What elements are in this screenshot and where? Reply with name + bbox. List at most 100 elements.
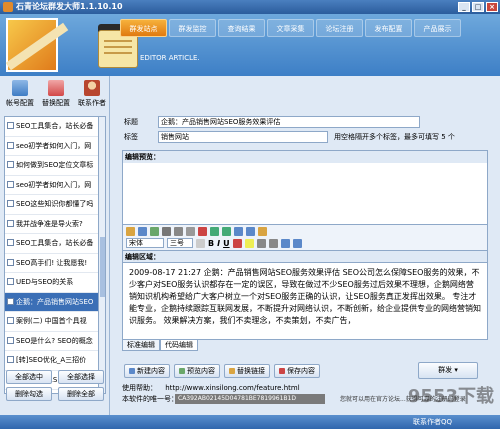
list-item-selected[interactable]: 企鹅：产品销售网站SEO (5, 292, 101, 312)
help-link[interactable]: http://www.xinsilong.com/feature.html (165, 384, 299, 392)
post-list-scrollbar[interactable] (98, 116, 106, 394)
help-label: 使用帮助： (122, 384, 157, 392)
title-input[interactable]: 企鹅：产品销售网站SEO服务效果评估 (158, 116, 420, 128)
item-checkbox[interactable] (7, 200, 14, 207)
bold-icon[interactable]: B (208, 239, 214, 248)
cut-icon[interactable] (162, 226, 171, 236)
tags-input[interactable]: 销售网站 (158, 131, 328, 143)
new-content-button[interactable]: 新建内容 (124, 364, 170, 378)
copy-icon[interactable] (174, 226, 183, 236)
account-config-label: 帐号配置 (6, 99, 34, 107)
tab-standard-edit[interactable]: 标准编辑 (122, 340, 160, 351)
list-item-label: SEO工具集合，站长必备 (16, 239, 94, 247)
status-text[interactable]: 联系作者QQ (413, 415, 452, 429)
select-all-button[interactable]: 全部选中 (6, 370, 52, 384)
item-checkbox[interactable] (7, 336, 14, 344)
save-icon[interactable] (150, 226, 159, 236)
left-button-row: 删除勾选 删除全部 (6, 387, 104, 401)
list-item-label: UED与SEO的关系 (16, 278, 74, 286)
list-item[interactable]: seo初学者如何入门，网 (5, 176, 101, 195)
paste-icon[interactable] (186, 226, 195, 236)
minimize-button[interactable]: _ (458, 2, 470, 12)
list-item-label: 我并战争准是导火索? (16, 219, 83, 228)
list-item[interactable]: SEO是什么? SEO的概念 (5, 332, 101, 351)
tab-article-collect[interactable]: 文章采集 (267, 19, 314, 37)
list-item-label: SEO这些知识你都懂了吗 (16, 200, 94, 208)
contact-author-label: 联系作者 (78, 99, 106, 107)
delete-checked-button[interactable]: 删除勾选 (6, 387, 52, 401)
table-icon[interactable] (234, 226, 243, 236)
list-item[interactable]: SEO高手们! 让我愿我! (5, 254, 101, 273)
save-content-button[interactable]: 保存内容 (274, 364, 320, 378)
list-icon[interactable] (256, 238, 266, 248)
align-icon[interactable] (196, 238, 205, 248)
item-checkbox[interactable] (7, 239, 14, 246)
tab-query-results[interactable]: 查询结果 (218, 19, 265, 37)
content-editor[interactable]: 2009-08-17 21:27 企鹅：产品销售网站SEO服务效果评估 SEO公… (122, 262, 488, 340)
tab-code-edit[interactable]: 代码编辑 (160, 340, 198, 351)
align-left-icon[interactable] (280, 238, 290, 248)
new-content-label: 新建内容 (137, 367, 165, 375)
list-item[interactable]: SEO工具集合，站长必备 (5, 117, 101, 137)
redo-icon[interactable] (222, 226, 231, 236)
maximize-button[interactable]: □ (472, 2, 484, 12)
list-item[interactable]: 我并战争准是导火索? (5, 215, 101, 234)
tab-post-config[interactable]: 发布配置 (365, 19, 412, 37)
link-icon[interactable] (258, 226, 267, 236)
replace-config-button[interactable]: 替换配置 (40, 80, 72, 112)
preview-label: 编辑预览： (123, 151, 487, 163)
item-checkbox[interactable] (7, 317, 14, 324)
highlight-icon[interactable] (244, 238, 254, 248)
undo-icon[interactable] (210, 226, 219, 236)
item-checkbox[interactable] (7, 141, 14, 149)
watermark: 9553下载 (407, 386, 494, 407)
italic-icon[interactable]: I (217, 239, 220, 248)
list-item[interactable]: seo初学者如何入门，网 (5, 137, 101, 156)
toolbar-row (123, 225, 487, 237)
account-config-button[interactable]: 帐号配置 (4, 80, 36, 112)
list-item[interactable]: [转]SEO优化_A三招价 (5, 351, 101, 371)
item-checkbox[interactable] (7, 258, 14, 266)
toolbar-row: 宋体 三号 B I U (123, 237, 487, 249)
choose-all-button[interactable]: 全部选择 (58, 370, 104, 384)
send-button[interactable]: 群发 ▾ (418, 362, 478, 379)
new-doc-icon[interactable] (126, 226, 135, 236)
indent-icon[interactable] (268, 238, 278, 248)
replace-links-button[interactable]: 替换链接 (224, 364, 270, 378)
save-content-icon (279, 368, 285, 374)
contact-author-button[interactable]: 联系作者 (76, 80, 108, 112)
image-icon[interactable] (246, 226, 255, 236)
delete-all-button[interactable]: 删除全部 (58, 387, 104, 401)
align-center-icon[interactable] (292, 238, 302, 248)
item-checkbox[interactable] (7, 161, 14, 168)
tab-product-showcase[interactable]: 产品展示 (414, 19, 461, 37)
close-button[interactable]: × (486, 2, 498, 12)
tab-monitor[interactable]: 群发监控 (169, 19, 216, 37)
item-checkbox[interactable] (7, 180, 14, 188)
item-checkbox[interactable] (7, 219, 14, 227)
tab-forum-register[interactable]: 论坛注册 (316, 19, 363, 37)
list-item[interactable]: 案例(二) 中国首个具视 (5, 312, 101, 332)
account-config-icon (12, 80, 28, 96)
open-icon[interactable] (138, 226, 147, 236)
size-select[interactable]: 三号 (167, 238, 193, 248)
item-checkbox[interactable] (7, 356, 14, 363)
font-select[interactable]: 宋体 (126, 238, 164, 248)
delete-icon[interactable] (198, 226, 207, 236)
tags-hint: 用空格隔开多个标签，最多可填写 5 个 (334, 133, 455, 141)
status-bar: 联系作者QQ (0, 415, 500, 429)
scrollbar-thumb[interactable] (100, 237, 105, 297)
send-label: 群发 (438, 366, 453, 374)
list-item[interactable]: UED与SEO的关系 (5, 273, 101, 293)
list-item[interactable]: SEO工具集合，站长必备 (5, 234, 101, 254)
item-checkbox[interactable] (7, 297, 14, 305)
list-item[interactable]: SEO这些知识你都懂了吗 (5, 195, 101, 215)
preview-content-button[interactable]: 预览内容 (174, 364, 220, 378)
font-color-icon[interactable] (232, 238, 242, 248)
list-item[interactable]: 如何做到SEO定位文章标 (5, 156, 101, 176)
underline-icon[interactable]: U (223, 239, 230, 248)
item-checkbox[interactable] (7, 122, 14, 129)
item-checkbox[interactable] (7, 278, 14, 285)
tab-post-sites[interactable]: 群发站点 (120, 19, 167, 37)
preview-content-label: 预览内容 (187, 367, 215, 375)
